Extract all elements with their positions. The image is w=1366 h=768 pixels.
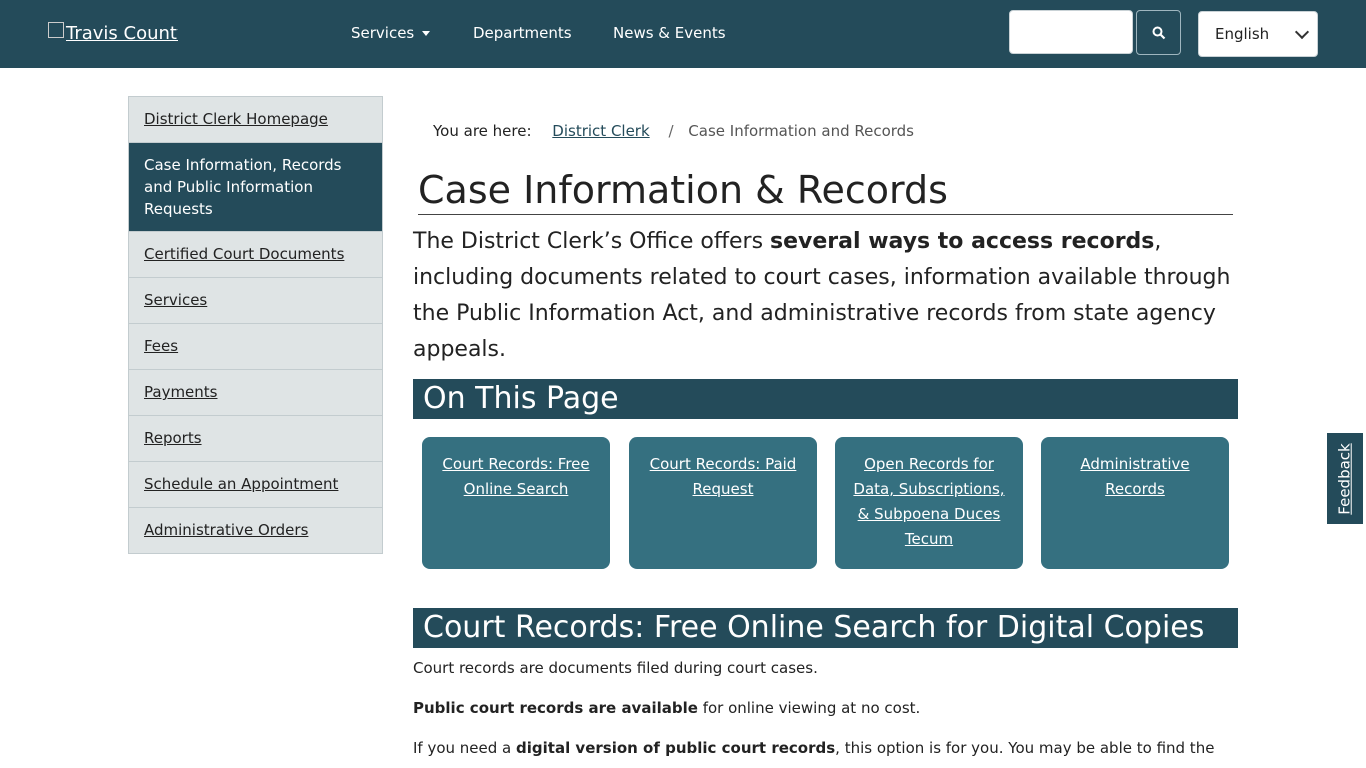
breadcrumb-prefix: You are here: bbox=[433, 122, 532, 140]
nav-departments[interactable]: Departments bbox=[473, 22, 572, 44]
breadcrumb-separator: / bbox=[668, 122, 674, 140]
intro-paragraph: The District Clerk’s Office offers sever… bbox=[413, 229, 1231, 362]
sidebar-item-district-clerk-homepage[interactable]: District Clerk Homepage bbox=[129, 97, 382, 143]
nav-services[interactable]: Services bbox=[351, 22, 431, 44]
sidebar-item-administrative-orders[interactable]: Administrative Orders bbox=[129, 508, 382, 553]
sidebar-nav: District Clerk Homepage Case Information… bbox=[128, 96, 383, 554]
language-select[interactable]: English bbox=[1198, 11, 1318, 57]
sidebar-item-services[interactable]: Services bbox=[129, 278, 382, 324]
paragraph-digital-version: If you need a digital version of public … bbox=[413, 739, 1215, 757]
sidebar-item-fees[interactable]: Fees bbox=[129, 324, 382, 370]
paragraph-court-records: Court records are documents filed during… bbox=[413, 659, 818, 677]
chevron-down-icon bbox=[1294, 24, 1310, 40]
breadcrumb-current: Case Information and Records bbox=[688, 122, 914, 140]
nav-news-events[interactable]: News & Events bbox=[613, 22, 726, 44]
sidebar-item-case-information[interactable]: Case Information, Records and Public Inf… bbox=[129, 143, 382, 232]
travis-county-logo[interactable]: Travis County bbox=[48, 20, 178, 48]
sidebar-item-payments[interactable]: Payments bbox=[129, 370, 382, 416]
sidebar-item-schedule-appointment[interactable]: Schedule an Appointment bbox=[129, 462, 382, 508]
card-open-records[interactable]: Open Records for Data, Subscriptions, & … bbox=[835, 437, 1023, 569]
page-title: Case Information & Records bbox=[418, 166, 1233, 215]
breadcrumb: You are here: District Clerk / Case Info… bbox=[433, 120, 914, 142]
card-link-administrative-records[interactable]: Administrative Records bbox=[1080, 455, 1189, 498]
card-administrative-records[interactable]: Administrative Records bbox=[1041, 437, 1229, 569]
broken-image-icon bbox=[48, 22, 64, 38]
sidebar-item-certified-court-documents[interactable]: Certified Court Documents bbox=[129, 232, 382, 278]
site-header: Travis County Services Departments News … bbox=[0, 0, 1366, 68]
card-link-open-records[interactable]: Open Records for Data, Subscriptions, & … bbox=[853, 455, 1004, 548]
card-link-free-online-search[interactable]: Court Records: Free Online Search bbox=[442, 455, 589, 498]
card-link-paid-request[interactable]: Court Records: Paid Request bbox=[650, 455, 797, 498]
search-icon bbox=[1152, 26, 1165, 39]
search-button[interactable] bbox=[1136, 10, 1181, 55]
breadcrumb-district-clerk[interactable]: District Clerk bbox=[552, 122, 649, 140]
sidebar-item-reports[interactable]: Reports bbox=[129, 416, 382, 462]
free-online-search-heading: Court Records: Free Online Search for Di… bbox=[413, 608, 1238, 648]
card-paid-request[interactable]: Court Records: Paid Request bbox=[629, 437, 817, 569]
search-input[interactable] bbox=[1009, 10, 1133, 54]
caret-down-icon bbox=[422, 31, 431, 36]
card-free-online-search[interactable]: Court Records: Free Online Search bbox=[422, 437, 610, 569]
paragraph-public-records: Public court records are available for o… bbox=[413, 699, 921, 717]
feedback-tab[interactable]: Feedback bbox=[1327, 433, 1363, 524]
on-this-page-heading: On This Page bbox=[413, 379, 1238, 419]
